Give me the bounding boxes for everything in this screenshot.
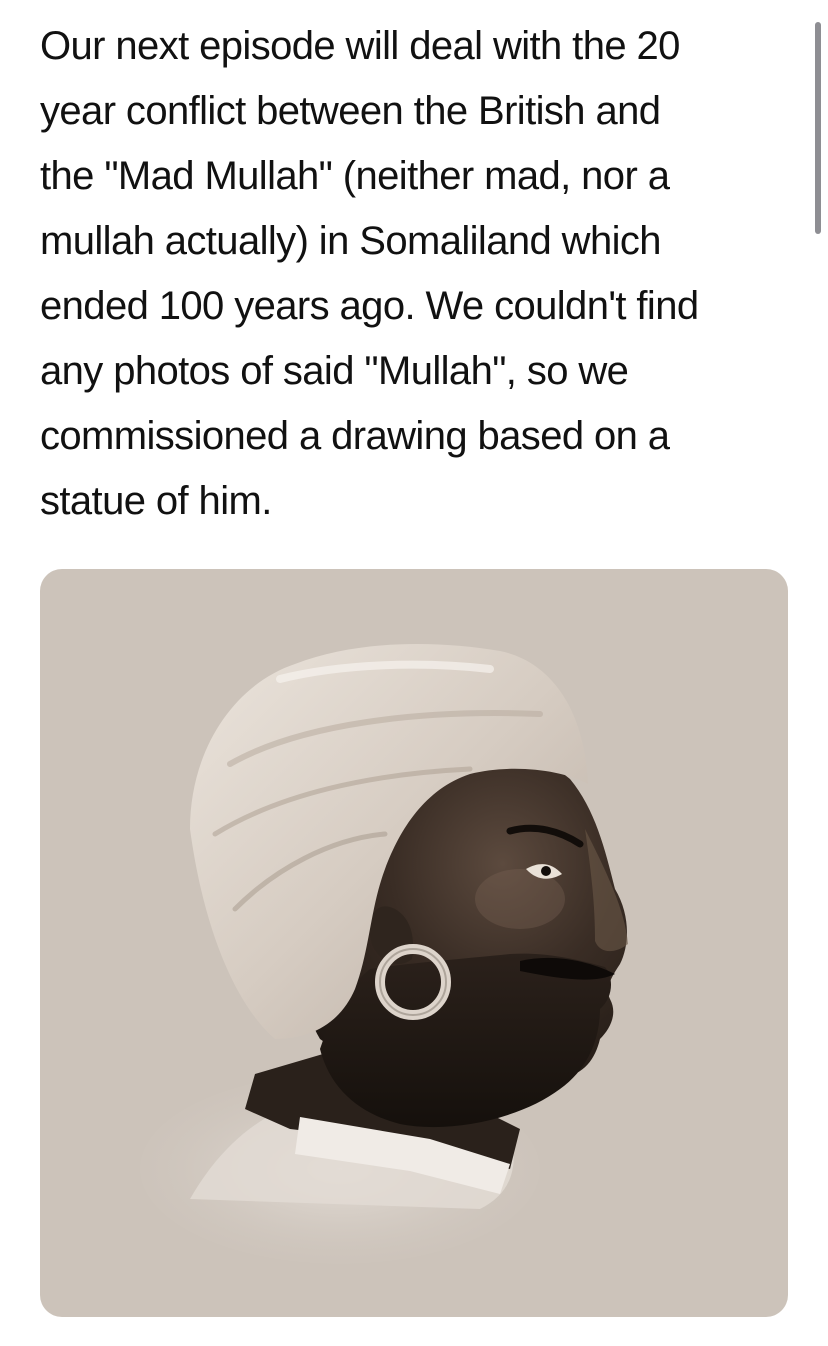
beard	[320, 953, 612, 1128]
post-image[interactable]	[40, 569, 788, 1317]
portrait-drawing	[140, 644, 628, 1264]
scrollbar[interactable]	[815, 22, 821, 234]
post-text: Our next episode will deal with the 20 y…	[40, 24, 699, 523]
